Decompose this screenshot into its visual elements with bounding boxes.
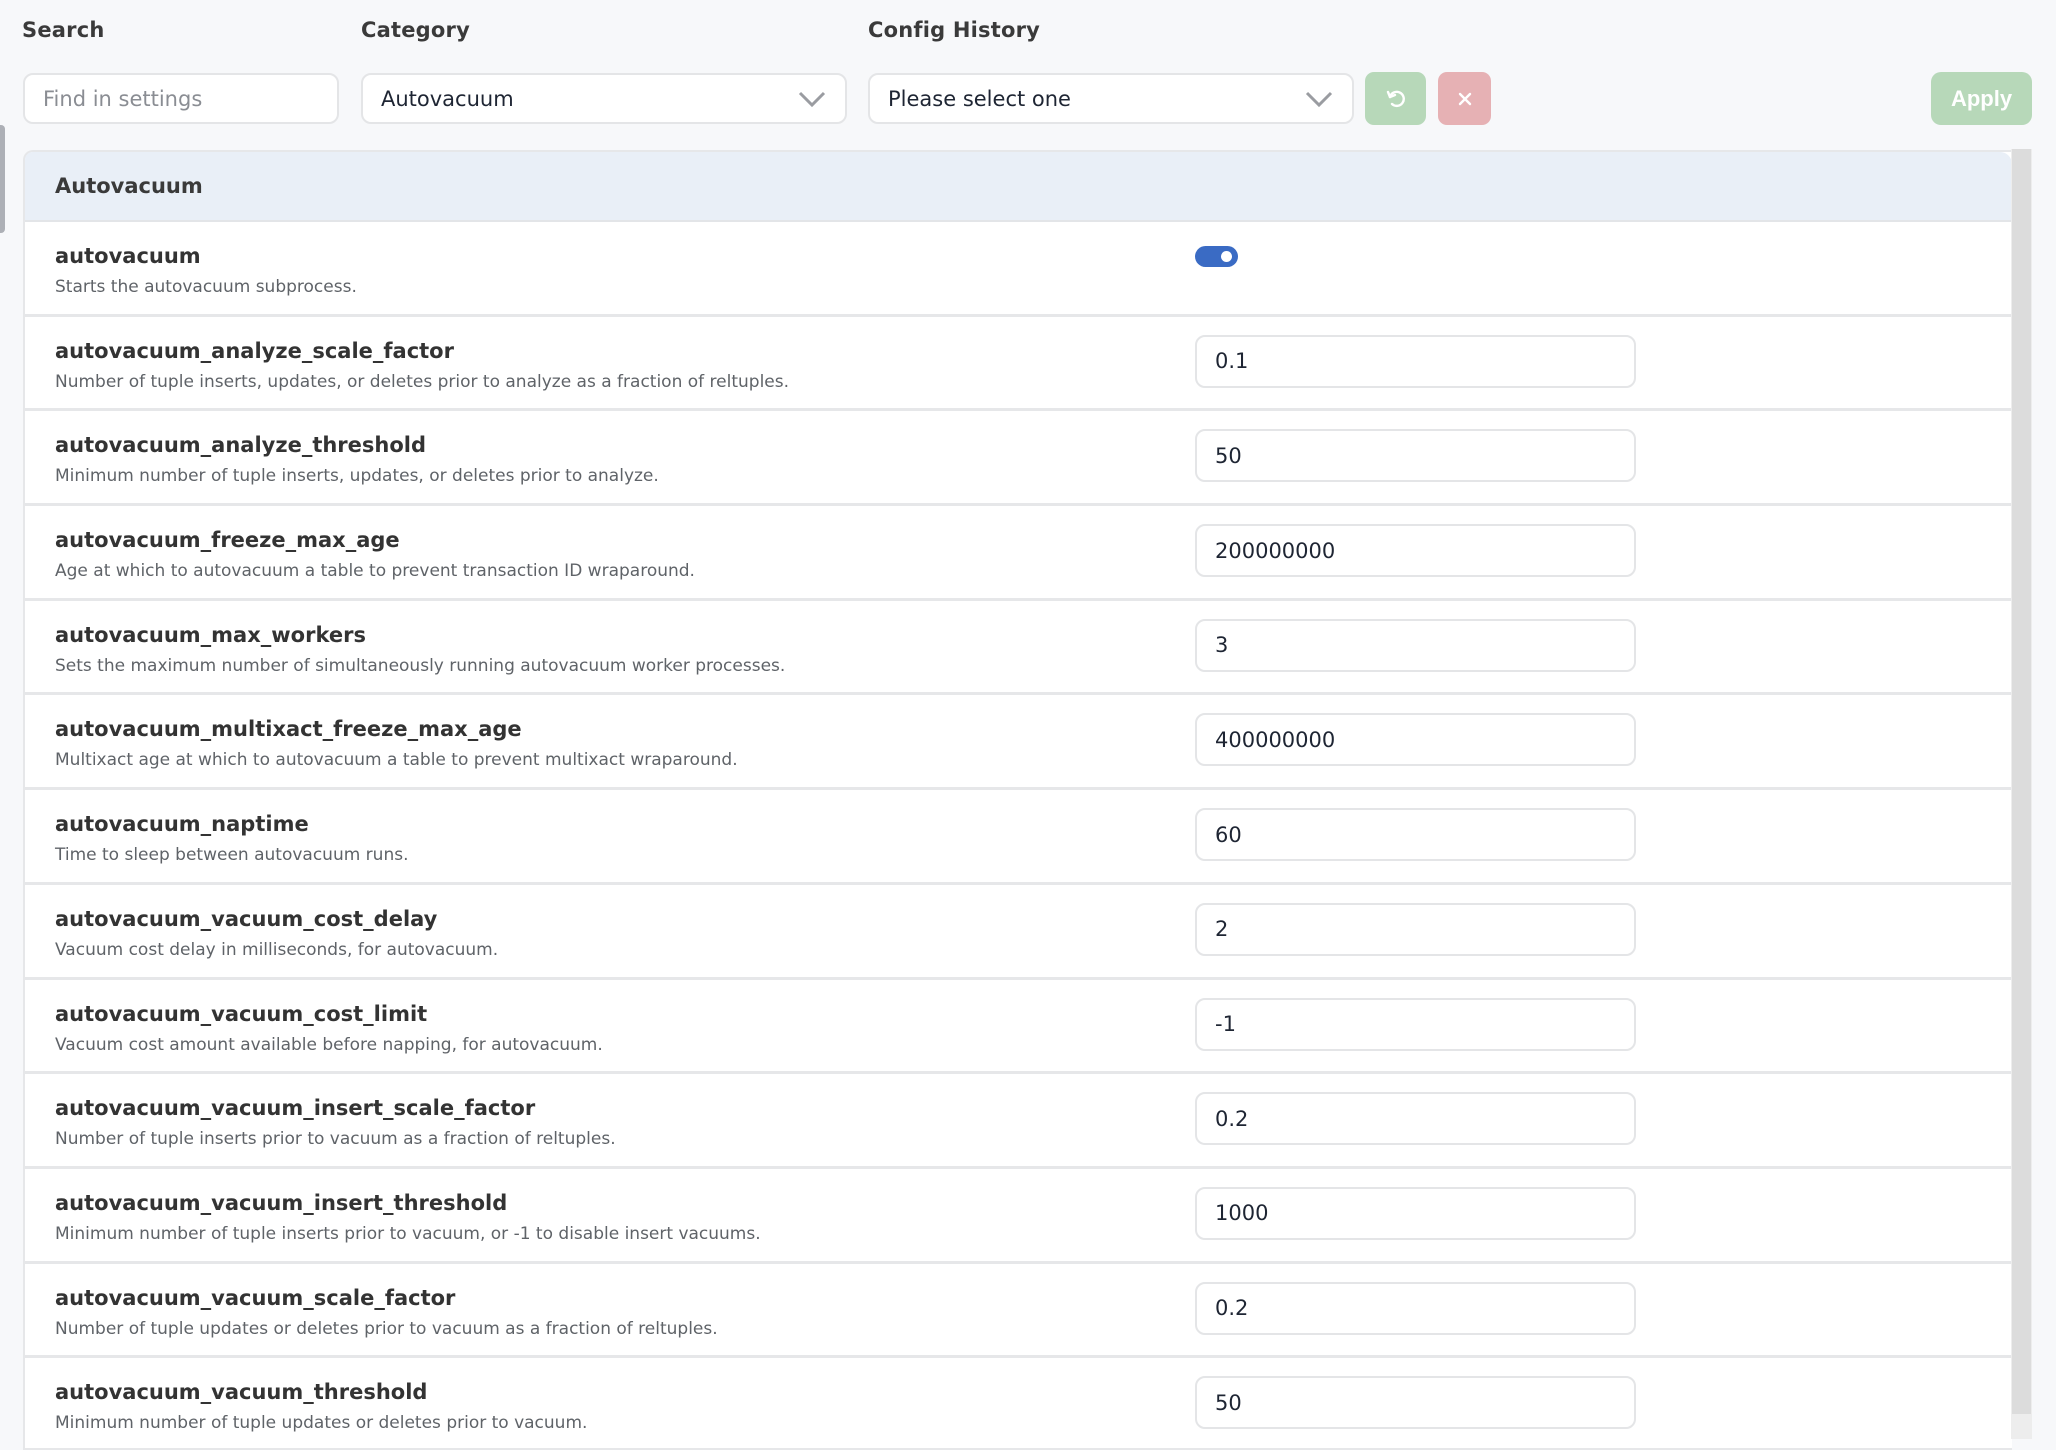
settings-list: autovacuum Starts the autovacuum subproce…	[25, 222, 2012, 1448]
setting-name: autovacuum_multixact_freeze_max_age	[55, 717, 522, 742]
setting-name: autovacuum_max_workers	[55, 622, 366, 647]
section-title: Autovacuum	[25, 152, 2012, 222]
revert-icon	[1386, 90, 1405, 107]
setting-value-input[interactable]	[1215, 1201, 1616, 1226]
setting-toggle[interactable]	[1195, 246, 1238, 267]
setting-row: autovacuum_vacuum_threshold Minimum numbe…	[25, 1358, 2012, 1448]
side-panel-handle[interactable]	[0, 125, 5, 233]
search-field	[23, 73, 339, 124]
setting-name: autovacuum_vacuum_insert_threshold	[55, 1190, 508, 1215]
setting-value-field	[1195, 429, 1636, 483]
setting-description: Age at which to autovacuum a table to pr…	[55, 561, 695, 582]
setting-value-field	[1195, 524, 1636, 578]
setting-value-field	[1195, 1186, 1636, 1240]
setting-value-field	[1195, 713, 1636, 767]
setting-row: autovacuum_analyze_threshold Minimum numb…	[25, 411, 2012, 507]
chevron-down-icon	[798, 91, 826, 107]
setting-description: Minimum number of tuple inserts, updates…	[55, 466, 659, 487]
clear-history-button[interactable]	[1438, 72, 1491, 125]
config-history-select[interactable]: Please select one	[868, 73, 1354, 124]
setting-description: Number of tuple inserts, updates, or del…	[55, 371, 790, 392]
setting-value-input[interactable]	[1215, 633, 1616, 658]
setting-row: autovacuum_vacuum_scale_factor Number of …	[25, 1264, 2012, 1359]
revert-button[interactable]	[1365, 72, 1426, 125]
setting-row: autovacuum_naptime Time to sleep between …	[25, 790, 2012, 885]
setting-description: Time to sleep between autovacuum runs.	[55, 845, 409, 866]
setting-value-field	[1195, 1281, 1636, 1335]
category-select-value: Autovacuum	[381, 86, 514, 111]
setting-row: autovacuum_max_workers Sets the maximum n…	[25, 601, 2012, 696]
setting-value-input[interactable]	[1215, 443, 1616, 468]
setting-row: autovacuum_vacuum_cost_limit Vacuum cost …	[25, 980, 2012, 1075]
setting-name: autovacuum_vacuum_threshold	[55, 1380, 428, 1405]
config-history-select-value: Please select one	[888, 86, 1071, 111]
setting-name: autovacuum_naptime	[55, 812, 309, 837]
setting-name: autovacuum	[55, 244, 201, 268]
setting-value-input[interactable]	[1215, 1106, 1616, 1131]
setting-value-field	[1195, 808, 1636, 862]
setting-value-field	[1195, 997, 1636, 1051]
category-label: Category	[361, 18, 470, 42]
setting-value-input[interactable]	[1215, 538, 1616, 563]
setting-name: autovacuum_vacuum_insert_scale_factor	[55, 1096, 536, 1121]
config-history-label: Config History	[868, 18, 1041, 42]
setting-description: Vacuum cost amount available before napp…	[55, 1034, 603, 1055]
settings-card: Autovacuum autovacuum Starts the autovacu…	[23, 150, 2012, 1450]
category-select[interactable]: Autovacuum	[361, 73, 847, 124]
setting-description: Minimum number of tuple inserts prior to…	[55, 1223, 761, 1244]
setting-row: autovacuum_vacuum_insert_scale_factor Num…	[25, 1074, 2012, 1169]
setting-value-input[interactable]	[1215, 917, 1616, 942]
setting-name: autovacuum_vacuum_cost_delay	[55, 906, 438, 931]
search-label: Search	[22, 18, 105, 42]
setting-value-field	[1195, 334, 1636, 388]
setting-name: autovacuum_vacuum_cost_limit	[55, 1001, 428, 1026]
setting-value-field	[1195, 1092, 1636, 1146]
setting-value-input[interactable]	[1215, 822, 1616, 847]
setting-value-input[interactable]	[1215, 727, 1616, 752]
setting-name: autovacuum_analyze_scale_factor	[55, 338, 454, 363]
setting-row: autovacuum Starts the autovacuum subproce…	[25, 222, 2012, 317]
setting-row: autovacuum_freeze_max_age Age at which to…	[25, 506, 2012, 601]
setting-value-input[interactable]	[1215, 1390, 1616, 1415]
setting-description: Number of tuple updates or deletes prior…	[55, 1318, 718, 1339]
setting-name: autovacuum_analyze_threshold	[55, 433, 427, 458]
setting-row: autovacuum_vacuum_cost_delay Vacuum cost …	[25, 885, 2012, 980]
setting-value-input[interactable]	[1215, 1012, 1616, 1036]
chevron-down-icon	[1305, 91, 1333, 107]
setting-name: autovacuum_vacuum_scale_factor	[55, 1285, 456, 1310]
setting-value-field	[1195, 618, 1636, 672]
setting-description: Sets the maximum number of simultaneousl…	[55, 655, 786, 676]
apply-button[interactable]: Apply	[1931, 72, 2032, 125]
setting-description: Minimum number of tuple updates or delet…	[55, 1413, 588, 1434]
setting-description: Starts the autovacuum subprocess.	[55, 277, 357, 297]
setting-value-input[interactable]	[1215, 349, 1616, 374]
search-input[interactable]	[43, 86, 319, 111]
scrollbar-thumb[interactable]	[2012, 149, 2031, 1414]
setting-description: Vacuum cost delay in milliseconds, for a…	[55, 939, 499, 960]
setting-row: autovacuum_multixact_freeze_max_age Multi…	[25, 695, 2012, 791]
scrollbar[interactable]	[2011, 149, 2032, 1439]
setting-value-field	[1195, 902, 1636, 956]
setting-row: autovacuum_analyze_scale_factor Number of…	[25, 317, 2012, 412]
setting-name: autovacuum_freeze_max_age	[55, 528, 400, 553]
setting-row: autovacuum_vacuum_insert_threshold Minimu…	[25, 1169, 2012, 1264]
setting-description: Multixact age at which to autovacuum a t…	[55, 750, 738, 771]
setting-value-field	[1195, 1376, 1636, 1430]
toggle-knob	[1221, 251, 1232, 262]
setting-value-input[interactable]	[1215, 1296, 1616, 1321]
setting-description: Number of tuple inserts prior to vacuum …	[55, 1129, 616, 1150]
close-icon	[1458, 92, 1471, 105]
